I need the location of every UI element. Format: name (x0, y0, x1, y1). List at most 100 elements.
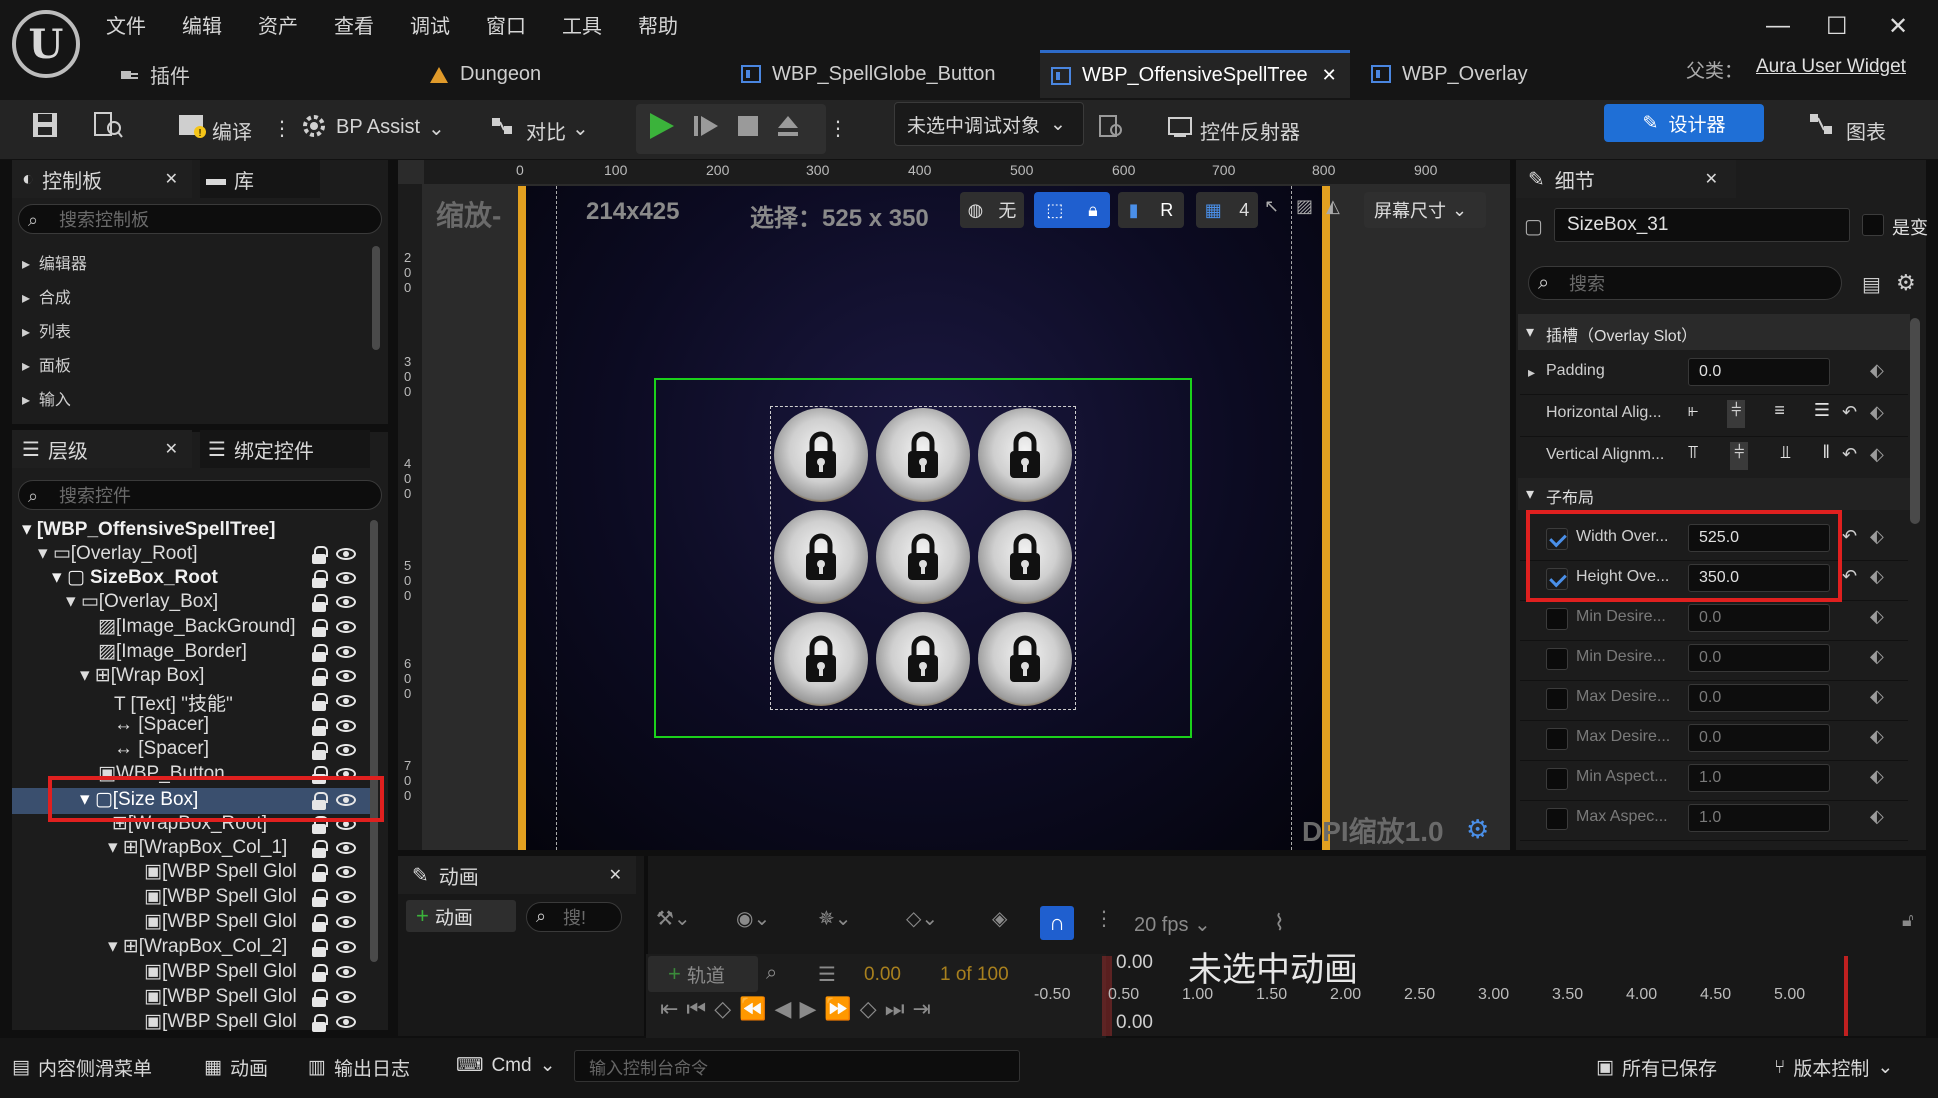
lock-icon[interactable] (312, 742, 328, 760)
parent-class-link[interactable]: Aura User Widget (1756, 56, 1906, 78)
override-checkbox[interactable] (1546, 768, 1568, 790)
tree-item-spacer[interactable]: ↔ [Spacer] (114, 738, 209, 760)
eye-icon[interactable] (336, 744, 356, 756)
animation-drawer-button[interactable]: ▦ 动画 (204, 1054, 268, 1081)
lock-icon[interactable] (312, 693, 328, 711)
lock-icon[interactable] (312, 619, 328, 637)
filter-icon[interactable]: ☰ (818, 962, 836, 987)
menu-help[interactable]: 帮助 (638, 10, 678, 39)
tree-item-spell-globe[interactable]: ▣[WBP Spell Glol (144, 910, 297, 933)
details-tab[interactable]: ✎ 细节 ✕ (1516, 160, 1736, 198)
lock-icon[interactable] (312, 939, 328, 957)
align-middle-icon[interactable]: ⫩ (1730, 442, 1749, 470)
graph-label[interactable]: 图表 (1846, 116, 1886, 145)
tree-item-sizebox-root[interactable]: ▾ ▢ SizeBox_Root (52, 566, 218, 589)
align-left-icon[interactable]: ⫦ (1688, 400, 1698, 428)
spell-globe-button[interactable] (876, 408, 970, 502)
menu-view[interactable]: 查看 (334, 10, 374, 39)
lock-icon[interactable] (312, 889, 328, 907)
spell-globe-button[interactable] (876, 612, 970, 706)
compile-icon[interactable]: ! (176, 110, 208, 140)
category-editor[interactable]: ▸ 编辑器 (22, 250, 87, 274)
tree-item-spell-globe[interactable]: ▣[WBP Spell Glol (144, 885, 297, 908)
cmd-dropdown[interactable]: ⌨ Cmd ⌄ (456, 1054, 555, 1077)
stop-icon[interactable] (734, 112, 762, 140)
eye-icon[interactable] (336, 842, 356, 854)
override-checkbox[interactable] (1546, 688, 1568, 710)
step-icon[interactable] (692, 112, 720, 140)
category-composite[interactable]: ▸ 合成 (22, 284, 71, 308)
dpi-settings-gear-icon[interactable]: ⚙ (1466, 814, 1489, 845)
mirror-icon[interactable]: ◭ (1326, 196, 1340, 217)
eye-icon[interactable] (336, 966, 356, 978)
graph-icon[interactable] (1808, 112, 1836, 138)
key-icon[interactable]: ◇⌄ (906, 906, 938, 931)
align-bottom-icon[interactable]: ⫫ (1780, 442, 1790, 470)
eye-icon[interactable] (336, 720, 356, 732)
tree-item-image-border[interactable]: ▨[Image_Border] (98, 640, 247, 663)
eye-icon[interactable] (336, 548, 356, 560)
tab-plugins[interactable]: 插件 (108, 50, 218, 98)
grid-snap-toggle[interactable]: ▦ 4 (1196, 192, 1258, 228)
spell-globe-button[interactable] (774, 612, 868, 706)
image-icon[interactable]: ▨ (1296, 196, 1313, 217)
search-icon[interactable]: ⌕ (766, 962, 777, 985)
tree-item-overlay-box[interactable]: ▾ ▭[Overlay_Box] (66, 590, 218, 613)
override-checkbox[interactable] (1546, 808, 1568, 830)
eye-icon[interactable] (336, 646, 356, 658)
spell-globe-button[interactable] (774, 510, 868, 604)
menu-file[interactable]: 文件 (106, 10, 146, 39)
menu-asset[interactable]: 资产 (258, 10, 298, 39)
eye-icon[interactable] (336, 695, 356, 707)
reset-pin-icon[interactable]: ⬖ (1870, 606, 1884, 627)
designer-button[interactable]: ✎ 设计器 (1604, 104, 1764, 142)
spell-globe-button[interactable] (978, 408, 1072, 502)
console-input[interactable]: 输入控制台命令 (574, 1050, 1020, 1082)
align-center-icon[interactable]: ⫩ (1727, 400, 1746, 428)
menu-window[interactable]: 窗口 (486, 10, 526, 39)
lock-icon[interactable] (312, 914, 328, 932)
category-list[interactable]: ▸ 列表 (22, 318, 71, 342)
spell-globe-button[interactable] (978, 510, 1072, 604)
reset-pin-icon[interactable]: ⬖ (1870, 444, 1884, 465)
override-checkbox[interactable] (1546, 648, 1568, 670)
eye-icon[interactable] (336, 991, 356, 1003)
eye-icon[interactable]: ◉⌄ (736, 906, 770, 931)
tree-item-wrapbox-col1[interactable]: ▾ ⊞[WrapBox_Col_1] (108, 836, 287, 859)
tree-item-text[interactable]: T [Text] "技能" (114, 689, 233, 716)
hierarchy-tab[interactable]: ☰ 层级 ✕ (12, 430, 192, 468)
property-value-field[interactable]: 0.0 (1688, 604, 1830, 632)
tree-item-spell-globe[interactable]: ▣[WBP Spell Glol (144, 1010, 297, 1033)
lock-icon[interactable] (312, 594, 328, 612)
table-view-icon[interactable]: ▤ (1862, 272, 1881, 297)
wrench-icon[interactable]: ⚒⌄ (656, 906, 691, 931)
animation-tab[interactable]: ✎ 动画 ✕ (398, 856, 636, 894)
eye-icon[interactable] (336, 670, 356, 682)
transport-controls[interactable]: ⇤⏮◇⏪◀▶⏩◇⏭⇥ (660, 996, 939, 1022)
reset-pin-icon[interactable]: ⬖ (1870, 402, 1884, 423)
reset-arrow-icon[interactable]: ↶ (1842, 444, 1857, 465)
tree-item-wrapbox-col2[interactable]: ▾ ⊞[WrapBox_Col_2] (108, 935, 287, 958)
all-saved-button[interactable]: ▣ 所有已保存 (1596, 1054, 1717, 1081)
category-input[interactable]: ▸ 输入 (22, 386, 71, 410)
eye-icon[interactable] (336, 621, 356, 633)
tab-offensive-spelltree[interactable]: WBP_OffensiveSpellTree ✕ (1040, 50, 1350, 98)
eye-icon[interactable] (336, 1016, 356, 1028)
debug-find-icon[interactable] (1096, 112, 1124, 140)
eye-icon[interactable] (336, 891, 356, 903)
reset-pin-icon[interactable]: ⬖ (1870, 806, 1884, 827)
close-icon[interactable]: ✕ (165, 169, 178, 189)
property-value-field[interactable]: 1.0 (1688, 804, 1830, 832)
lock-icon[interactable] (312, 816, 328, 834)
details-search-input[interactable]: 搜索 (1528, 266, 1842, 300)
playhead-end[interactable] (1844, 956, 1848, 1036)
add-animation-button[interactable]: + 动画 (406, 900, 516, 932)
reset-pin-icon[interactable]: ⬖ (1870, 526, 1884, 547)
chevron-down-icon[interactable]: ⌄ (428, 116, 445, 141)
override-checkbox[interactable] (1546, 608, 1568, 630)
debug-target-select[interactable]: 未选中调试对象 ⌄ (894, 102, 1084, 146)
menu-debug[interactable]: 调试 (410, 10, 450, 39)
settings-gear-icon[interactable]: ⚙ (1896, 270, 1916, 296)
is-variable-checkbox[interactable] (1862, 214, 1884, 236)
lock-icon[interactable] (312, 964, 328, 982)
